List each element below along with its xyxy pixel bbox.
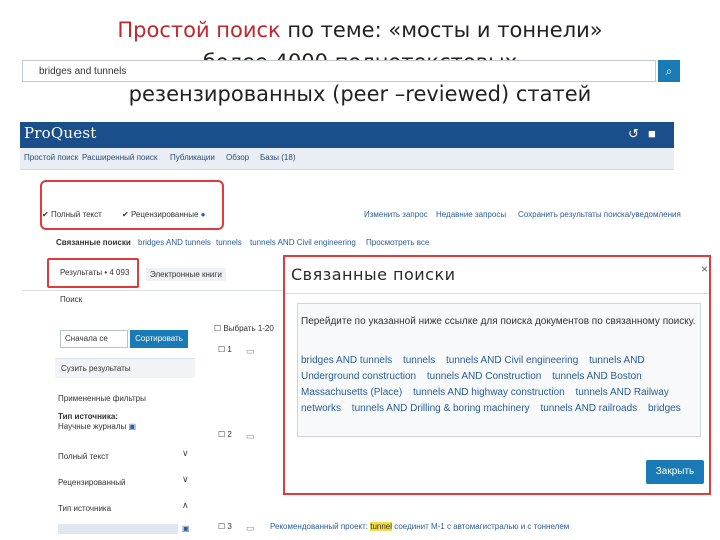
folder-icon[interactable]: ■ bbox=[648, 127, 656, 141]
scholarly-journals-filter[interactable]: Научные журналы ▣ bbox=[58, 422, 136, 431]
search-box bbox=[22, 60, 656, 82]
close-button[interactable]: Закрыть bbox=[646, 460, 704, 484]
related-link-3[interactable]: tunnels AND Civil engineering bbox=[250, 238, 356, 247]
nav-advanced-search[interactable]: Расширенный поиск bbox=[82, 153, 157, 162]
nav-bar: Простой поиск Расширенный поиск Публикац… bbox=[20, 148, 674, 170]
result-2-index: 2 bbox=[227, 430, 232, 439]
select-all-label: Выбрать 1-20 bbox=[223, 324, 274, 333]
view-all-link[interactable]: Просмотреть все bbox=[366, 238, 429, 247]
edit-query-link[interactable]: Изменить запрос bbox=[364, 210, 428, 219]
result-1-number: ☐ 1 bbox=[218, 345, 232, 354]
search-within-label: Поиск bbox=[60, 295, 83, 304]
peer-section-label[interactable]: Рецензированный bbox=[58, 478, 126, 487]
title-highlight: Простой поиск bbox=[117, 18, 281, 42]
tab-ebooks[interactable]: Электронные книги bbox=[146, 268, 226, 281]
related-links-list: bridges AND tunnels tunnels tunnels AND … bbox=[301, 353, 701, 417]
modal-link-10[interactable]: tunnels AND railroads bbox=[540, 403, 637, 414]
history-icon[interactable]: ↺ bbox=[628, 127, 639, 141]
modal-link-2[interactable]: tunnels bbox=[403, 355, 435, 366]
modal-link-3[interactable]: tunnels AND Civil engineering bbox=[446, 355, 578, 366]
modal-link-9[interactable]: tunnels AND Drilling & boring machinery bbox=[352, 403, 530, 414]
scholarly-journals-label: Научные журналы bbox=[58, 422, 127, 431]
search-input[interactable] bbox=[23, 61, 623, 82]
chevron-down-icon[interactable]: ∨ bbox=[182, 448, 189, 459]
facet-checkbox-icon[interactable]: ▣ bbox=[182, 524, 190, 533]
result-3-number: ☐ 3 bbox=[218, 522, 232, 531]
source-type-label: Тип источника: bbox=[58, 412, 118, 421]
modal-title: Связанные поиски bbox=[291, 265, 456, 284]
result-3-index: 3 bbox=[227, 522, 232, 531]
remove-filter-icon[interactable]: ▣ bbox=[128, 422, 136, 431]
modal-link-1[interactable]: bridges AND tunnels bbox=[301, 355, 392, 366]
slide: Простой поиск по теме: «мосты и тоннели»… bbox=[0, 0, 720, 540]
save-search-link[interactable]: Сохранить результаты поиска/уведомления bbox=[518, 210, 681, 219]
result-3-title[interactable]: Рекомендованный проект: tunnel соединит … bbox=[270, 522, 569, 531]
related-link-2[interactable]: tunnels bbox=[216, 238, 242, 247]
modal-divider bbox=[285, 293, 709, 294]
search-button[interactable]: ⌕ bbox=[658, 60, 680, 82]
select-all-checkbox[interactable]: ☐ Выбрать 1-20 bbox=[214, 324, 274, 333]
search-term-highlight: tunnel bbox=[370, 522, 393, 531]
results-highlight-box bbox=[47, 258, 139, 288]
modal-link-7[interactable]: tunnels AND highway construction bbox=[413, 387, 565, 398]
fulltext-section-label[interactable]: Полный текст bbox=[58, 452, 109, 461]
sort-select-value: Сначала се bbox=[65, 334, 108, 343]
nav-browse[interactable]: Обзор bbox=[226, 153, 249, 162]
document-icon: ▭ bbox=[246, 523, 255, 533]
result-3-title-post: соединит M-1 с автомагистралью и с тонне… bbox=[392, 522, 570, 531]
chevron-down-icon[interactable]: ∨ bbox=[182, 474, 189, 485]
title-rest: по теме: «мосты и тоннели» bbox=[280, 18, 603, 42]
result-3-title-pre: Рекомендованный проект: bbox=[270, 522, 371, 531]
chevron-up-icon[interactable]: ∧ bbox=[182, 500, 189, 511]
facet-bar bbox=[58, 524, 178, 534]
related-searches-modal: Связанные поиски Перейдите по указанной … bbox=[283, 255, 711, 495]
recent-searches-link[interactable]: Недавние запросы bbox=[436, 210, 506, 219]
applied-filters-label: Примененные фильтры bbox=[58, 394, 146, 403]
sort-select[interactable]: Сначала се bbox=[60, 330, 128, 348]
result-2-number: ☐ 2 bbox=[218, 430, 232, 439]
proquest-logo: ProQuest bbox=[24, 124, 97, 142]
modal-instruction: Перейдите по указанной ниже ссылке для п… bbox=[301, 316, 696, 327]
title-line-3: резензированных (peer –reviewed) статей bbox=[128, 82, 592, 106]
related-searches-label: Связанные поиски bbox=[56, 238, 131, 247]
modal-link-11[interactable]: bridges bbox=[648, 403, 681, 414]
result-1-index: 1 bbox=[227, 345, 232, 354]
sort-button[interactable]: Сортировать bbox=[130, 330, 188, 348]
search-highlight-box bbox=[40, 180, 224, 230]
nav-publications[interactable]: Публикации bbox=[170, 153, 215, 162]
modal-link-5[interactable]: tunnels AND Construction bbox=[427, 371, 542, 382]
top-bar: ProQuest ↺ ■ bbox=[20, 122, 674, 148]
document-icon: ▭ bbox=[246, 431, 255, 441]
narrow-results-header: Сузить результаты bbox=[55, 358, 195, 378]
close-icon[interactable]: × bbox=[701, 262, 708, 276]
narrow-results-label: Сузить результаты bbox=[61, 364, 131, 373]
related-link-1[interactable]: bridges AND tunnels bbox=[138, 238, 211, 247]
nav-databases[interactable]: Базы (18) bbox=[260, 153, 295, 162]
document-icon: ▭ bbox=[246, 346, 255, 356]
nav-basic-search[interactable]: Простой поиск bbox=[24, 153, 78, 162]
type-section-label[interactable]: Тип источника bbox=[58, 504, 111, 513]
